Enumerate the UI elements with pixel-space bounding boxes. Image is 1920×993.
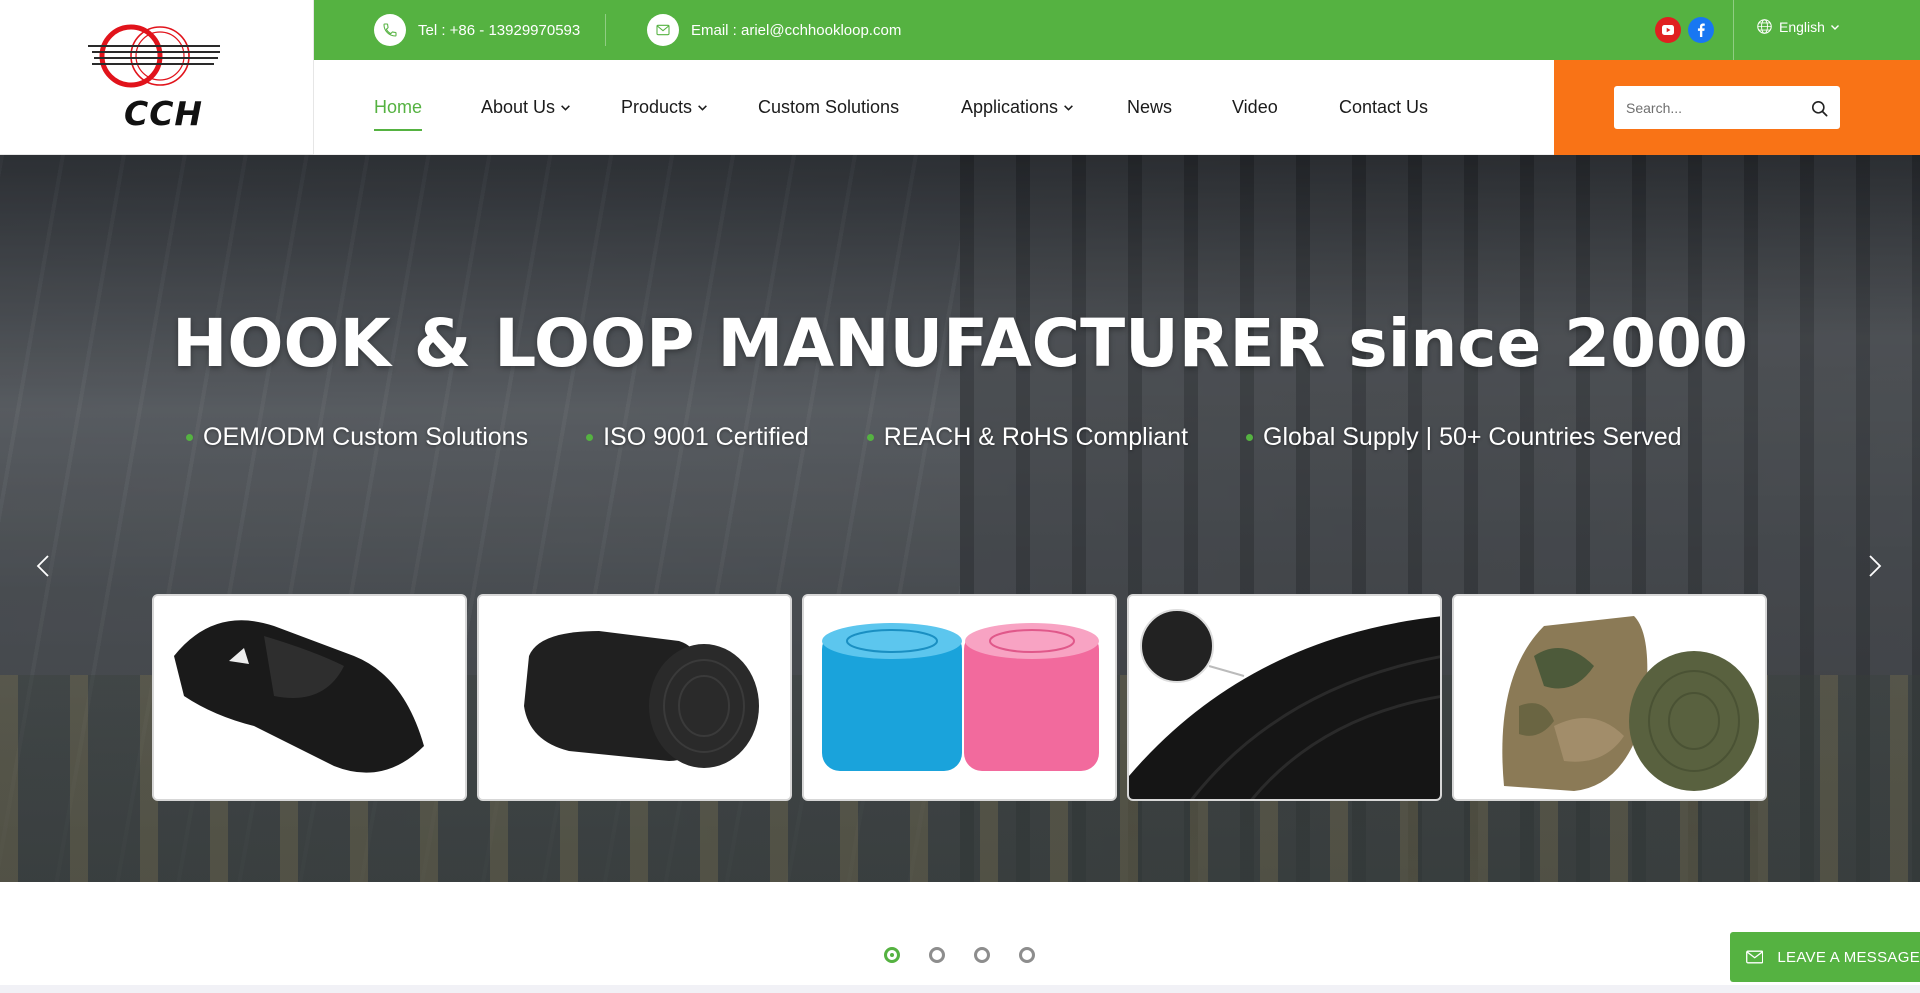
- hero-bullet: OEM/ODM Custom Solutions: [186, 423, 528, 452]
- bullet-dot: [1246, 434, 1254, 441]
- camo-rolls-image: [1454, 596, 1765, 799]
- chevron-down-icon: [1064, 105, 1073, 111]
- page: CCH Tel : +86 - 13929970593 Email : arie…: [0, 0, 1920, 993]
- active-nav-underline: [374, 129, 422, 131]
- phone-contact[interactable]: Tel : +86 - 13929970593: [374, 14, 580, 46]
- topbar-divider: [1733, 0, 1734, 60]
- black-hook-tape-image: [1129, 596, 1440, 799]
- product-card[interactable]: [1452, 594, 1767, 801]
- bullet-text: REACH & RoHS Compliant: [883, 423, 1189, 451]
- nav-item-applications[interactable]: Applications: [961, 97, 1074, 118]
- chevron-down-icon: [561, 105, 570, 111]
- section-divider: [0, 985, 1920, 993]
- nav-item-custom-solutions[interactable]: Custom Solutions: [758, 97, 899, 118]
- nav-label: Custom Solutions: [758, 97, 900, 117]
- product-card[interactable]: [802, 594, 1117, 801]
- nav-item-contact-us[interactable]: Contact Us: [1339, 97, 1428, 118]
- main-nav: Home About Us Products Custom Solutions …: [314, 60, 1554, 155]
- search-box: [1614, 86, 1840, 129]
- slider-prev-arrow[interactable]: [30, 553, 56, 579]
- nav-item-about-us[interactable]: About Us: [481, 97, 571, 118]
- youtube-icon[interactable]: [1655, 17, 1681, 43]
- top-contact-bar: Tel : +86 - 13929970593 Email : ariel@cc…: [314, 0, 1920, 60]
- chevron-right-icon: [1869, 555, 1882, 577]
- mail-icon: [647, 14, 679, 46]
- search-panel: [1554, 60, 1920, 155]
- chevron-down-icon: [1830, 24, 1839, 30]
- nav-item-news[interactable]: News: [1127, 97, 1172, 118]
- nav-label: About Us: [481, 97, 556, 117]
- hero-bullet: REACH & RoHS Compliant: [866, 423, 1189, 452]
- hero-bullet: ISO 9001 Certified: [586, 423, 809, 452]
- slider-dot-1[interactable]: [884, 947, 900, 963]
- nav-item-video[interactable]: Video: [1232, 97, 1278, 118]
- logo-text: CCH: [124, 94, 204, 133]
- logo-mark: [88, 24, 220, 88]
- bullet-dot: [586, 434, 594, 441]
- bullet-dot: [866, 434, 874, 441]
- black-strap-image: [154, 596, 465, 799]
- nav-label: Contact Us: [1339, 97, 1429, 117]
- nav-label: Applications: [961, 97, 1059, 117]
- facebook-icon[interactable]: [1688, 17, 1714, 43]
- nav-item-home[interactable]: Home: [374, 97, 422, 118]
- hero-bullet: Global Supply | 50+ Countries Served: [1246, 423, 1682, 452]
- product-card[interactable]: [477, 594, 792, 801]
- slider-next-arrow[interactable]: [1862, 553, 1888, 579]
- leave-message-button[interactable]: LEAVE A MESSAGE: [1730, 932, 1920, 982]
- slider-dot-2[interactable]: [929, 947, 945, 963]
- chevron-left-icon: [36, 555, 49, 577]
- search-input[interactable]: [1614, 99, 1794, 116]
- bullet-text: ISO 9001 Certified: [603, 423, 809, 451]
- phone-text: Tel : +86 - 13929970593: [418, 21, 581, 39]
- product-cards: [152, 594, 1767, 801]
- topbar-divider: [605, 14, 606, 46]
- globe-icon: [1757, 19, 1772, 34]
- hero-bullets: OEM/ODM Custom Solutions ISO 9001 Certif…: [186, 423, 1682, 452]
- search-icon[interactable]: [1808, 97, 1830, 119]
- slider-dot-4[interactable]: [1019, 947, 1035, 963]
- black-roll-image: [479, 596, 790, 799]
- logo[interactable]: CCH: [0, 0, 314, 155]
- language-label: English: [1779, 18, 1825, 35]
- mail-icon: [1746, 950, 1764, 964]
- chevron-down-icon: [698, 105, 707, 111]
- bullet-text: OEM/ODM Custom Solutions: [203, 423, 529, 451]
- blue-pink-rolls-image: [804, 596, 1115, 799]
- bullet-text: Global Supply | 50+ Countries Served: [1263, 423, 1682, 451]
- nav-label: Products: [621, 97, 693, 117]
- slider-pagination: [884, 947, 1035, 963]
- bullet-dot: [186, 434, 193, 441]
- phone-icon: [374, 14, 406, 46]
- nav-label: Home: [374, 97, 423, 117]
- email-contact[interactable]: Email : ariel@cchhookloop.com: [647, 14, 901, 46]
- nav-label: News: [1127, 97, 1173, 117]
- email-text: Email : ariel@cchhookloop.com: [691, 21, 902, 39]
- leave-message-label: LEAVE A MESSAGE: [1777, 948, 1920, 966]
- hero-banner: HOOK & LOOP MANUFACTURER since 2000 OEM/…: [0, 155, 1920, 882]
- hero-title: HOOK & LOOP MANUFACTURER since 2000: [172, 305, 1748, 382]
- nav-item-products[interactable]: Products: [621, 97, 708, 118]
- nav-label: Video: [1232, 97, 1278, 117]
- product-card[interactable]: [152, 594, 467, 801]
- language-selector[interactable]: English: [1756, 18, 1840, 35]
- slider-dot-3[interactable]: [974, 947, 990, 963]
- product-card[interactable]: [1127, 594, 1442, 801]
